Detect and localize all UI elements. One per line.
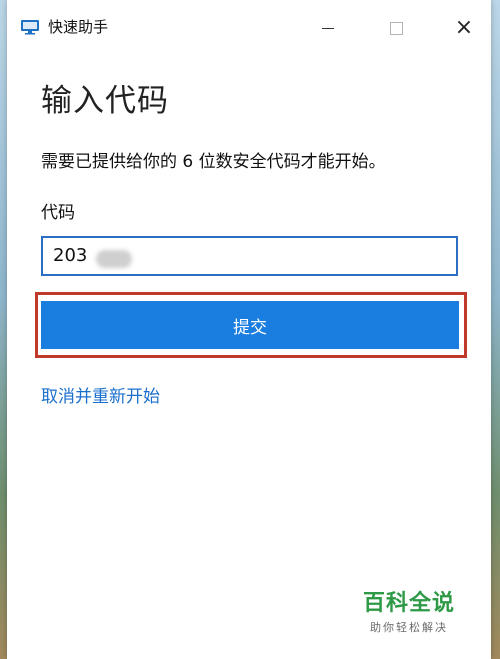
code-input[interactable]: 203 — [41, 236, 458, 276]
minimize-button[interactable] — [305, 12, 351, 44]
close-icon: × — [454, 15, 474, 40]
close-button[interactable]: × — [441, 12, 487, 44]
instruction-text: 需要已提供给你的 6 位数安全代码才能开始。 — [41, 152, 386, 172]
submit-button[interactable]: 提交 — [41, 301, 459, 349]
page-title: 输入代码 — [41, 83, 169, 119]
watermark-subtitle: 助你轻松解决 — [370, 621, 448, 634]
redacted-blur — [96, 250, 132, 268]
minimize-icon — [322, 27, 334, 29]
app-title: 快速助手 — [48, 18, 109, 36]
watermark-logo: 百科全说 助你轻松解决 — [363, 585, 455, 635]
maximize-button[interactable] — [373, 12, 419, 44]
quick-assist-monitor-icon — [20, 19, 40, 35]
title-bar: 快速助手 × — [7, 0, 491, 54]
quick-assist-window: 快速助手 × 输入代码 需要已提供给你的 6 位数安全代码才能开始。 代码 20… — [7, 0, 491, 659]
code-label: 代码 — [41, 203, 75, 223]
watermark-title: 百科全说 — [363, 591, 456, 616]
cancel-restart-link[interactable]: 取消并重新开始 — [41, 382, 160, 407]
submit-label: 提交 — [233, 317, 267, 338]
maximize-icon — [389, 21, 403, 35]
code-value: 203 — [53, 245, 88, 266]
